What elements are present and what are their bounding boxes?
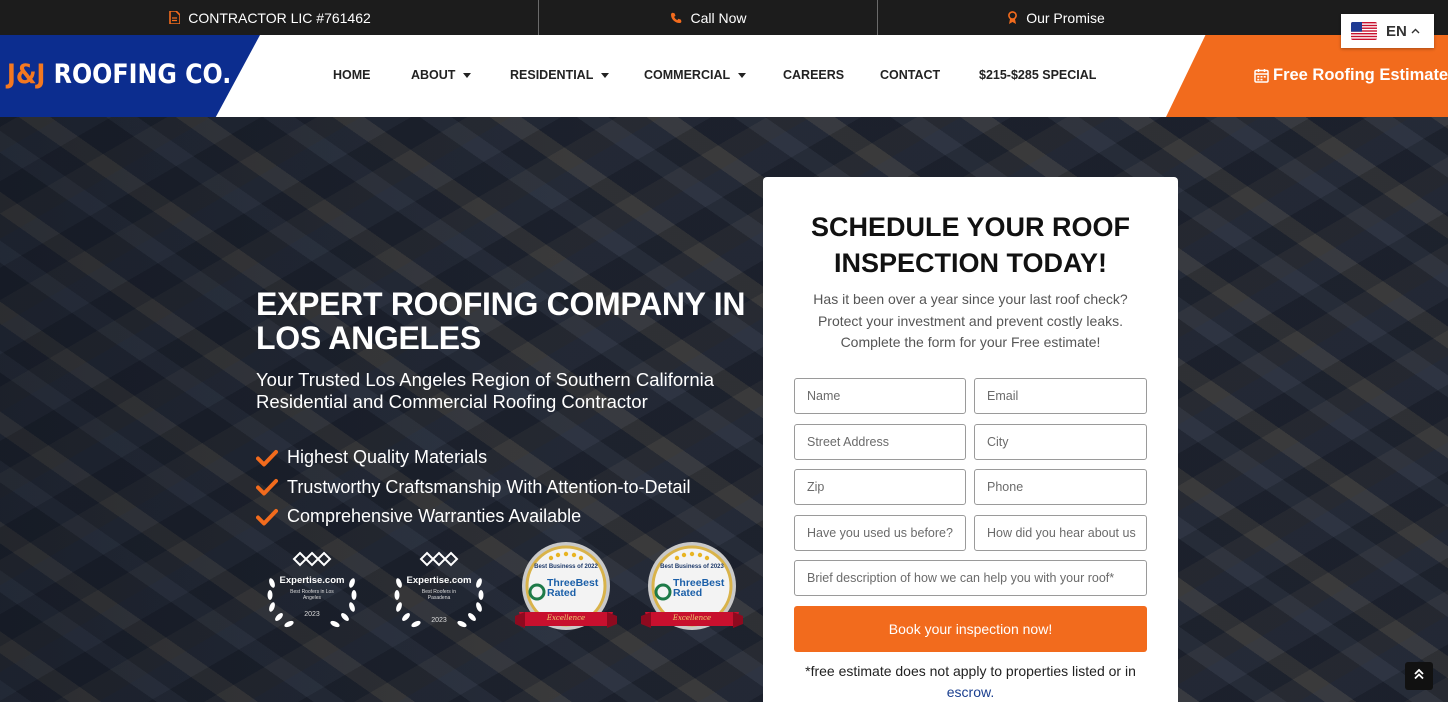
form-description: Has it been over a year since your last … — [813, 291, 1128, 350]
feature-item: Highest Quality Materials — [256, 443, 690, 473]
expertise-badge: Expertise.com Best Roofers in Los Angele… — [262, 545, 362, 641]
caret-down-icon — [463, 72, 472, 78]
logo-accent: J&J — [7, 59, 46, 90]
name-field[interactable] — [794, 378, 966, 414]
free-estimate-label: Free Roofing Estimate — [1273, 66, 1448, 84]
top-info-bar: CONTRACTOR LIC #761462 Call Now Our Prom… — [0, 0, 1448, 35]
zip-field[interactable] — [794, 469, 966, 505]
our-promise-link[interactable]: Our Promise — [878, 0, 1232, 35]
calendar-icon — [1254, 68, 1269, 83]
feature-text: Highest Quality Materials — [287, 447, 488, 468]
phone-icon — [669, 11, 683, 25]
logo-main: ROOFING CO. — [45, 59, 232, 90]
badge-description: Best Roofers in Pasadena — [421, 589, 457, 601]
language-code: EN — [1386, 22, 1407, 40]
nav-about[interactable]: ABOUT — [411, 68, 472, 82]
document-icon — [167, 11, 181, 25]
checkmark-icon — [256, 508, 278, 526]
badge-year: 2023 — [431, 617, 447, 624]
threebest-badge: Best Business of 2022 ThreeBest Rated Ex… — [515, 540, 617, 636]
contractor-license: CONTRACTOR LIC #761462 — [0, 0, 538, 35]
hero-subtitle: Your Trusted Los Angeles Region of South… — [256, 369, 715, 412]
site-header: J&J ROOFING CO. HOME ABOUT RESIDENTIAL C… — [0, 35, 1448, 117]
us-flag-icon — [1351, 22, 1377, 40]
nav-special[interactable]: $215-$285 SPECIAL — [979, 68, 1096, 82]
referral-source-field[interactable] — [974, 515, 1147, 551]
escrow-link[interactable]: escrow. — [947, 684, 994, 700]
caret-down-icon — [601, 72, 610, 78]
badge-brand: ThreeBest Rated — [673, 577, 725, 599]
badge-brand: Expertise.com — [406, 575, 472, 586]
badge-top-text: Best Business of 2022 — [534, 564, 598, 570]
feature-list: Highest Quality Materials Trustworthy Cr… — [256, 443, 690, 532]
phone-field[interactable] — [974, 469, 1147, 505]
checkmark-icon — [256, 449, 278, 467]
hero-title: EXPERT ROOFING COMPANY IN LOS ANGELES — [256, 286, 746, 356]
street-address-field[interactable] — [794, 424, 966, 460]
email-field[interactable] — [974, 378, 1147, 414]
book-inspection-button[interactable]: Book your inspection now! — [794, 606, 1147, 652]
nav-label: CONTACT — [880, 68, 941, 82]
form-title: SCHEDULE YOUR ROOF INSPECTION TODAY! — [810, 212, 1131, 278]
caret-down-icon — [738, 72, 747, 78]
nav-contact[interactable]: CONTACT — [880, 68, 940, 82]
nav-residential[interactable]: RESIDENTIAL — [510, 68, 610, 82]
nav-label: $215-$285 SPECIAL — [979, 68, 1097, 82]
city-field[interactable] — [974, 424, 1147, 460]
chevron-up-icon — [1411, 26, 1420, 37]
badge-ribbon-text: Excellence — [672, 614, 712, 622]
roof-description-field[interactable] — [794, 560, 1147, 596]
nav-label: CAREERS — [783, 68, 845, 82]
feature-text: Trustworthy Craftsmanship With Attention… — [287, 476, 691, 497]
double-chevron-up-icon — [1413, 667, 1425, 685]
badge-brand: Expertise.com — [279, 575, 345, 586]
language-switcher[interactable]: EN — [1341, 14, 1434, 48]
award-icon — [1005, 11, 1019, 25]
license-text: CONTRACTOR LIC #761462 — [188, 9, 371, 26]
site-logo[interactable]: J&J ROOFING CO. — [7, 59, 231, 90]
call-now-link[interactable]: Call Now — [539, 0, 877, 35]
hero-section: EXPERT ROOFING COMPANY IN LOS ANGELES Yo… — [0, 117, 1448, 702]
nav-label: ABOUT — [411, 68, 456, 82]
estimate-disclaimer: *free estimate does not apply to propert… — [793, 661, 1148, 702]
nav-label: RESIDENTIAL — [510, 68, 594, 82]
expertise-badge: Expertise.com Best Roofers in Pasadena 2… — [389, 545, 489, 641]
used-before-field[interactable] — [794, 515, 966, 551]
badge-brand: ThreeBest Rated — [547, 577, 599, 599]
nav-label: COMMERCIAL — [644, 68, 731, 82]
badge-description: Best Roofers in Los Angeles — [290, 589, 334, 601]
nav-home[interactable]: HOME — [333, 68, 371, 82]
badge-ribbon-text: Excellence — [546, 614, 586, 622]
checkmark-icon — [256, 478, 278, 496]
call-now-text: Call Now — [690, 9, 747, 26]
disclaimer-text: *free estimate does not apply to propert… — [805, 663, 1136, 679]
inspection-form-card: SCHEDULE YOUR ROOF INSPECTION TODAY! Has… — [763, 177, 1178, 702]
threebest-badge: Best Business of 2023 ThreeBest Rated Ex… — [641, 540, 743, 636]
badge-year: 2023 — [304, 611, 320, 618]
nav-careers[interactable]: CAREERS — [783, 68, 844, 82]
feature-text: Comprehensive Warranties Available — [287, 506, 582, 527]
feature-item: Trustworthy Craftsmanship With Attention… — [256, 473, 690, 503]
back-to-top-button[interactable] — [1405, 662, 1433, 690]
our-promise-text: Our Promise — [1026, 9, 1105, 26]
free-estimate-button[interactable]: Free Roofing Estimate — [1254, 66, 1448, 85]
nav-label: HOME — [333, 68, 371, 82]
nav-commercial[interactable]: COMMERCIAL — [644, 68, 747, 82]
feature-item: Comprehensive Warranties Available — [256, 502, 690, 532]
badge-top-text: Best Business of 2023 — [660, 564, 724, 570]
